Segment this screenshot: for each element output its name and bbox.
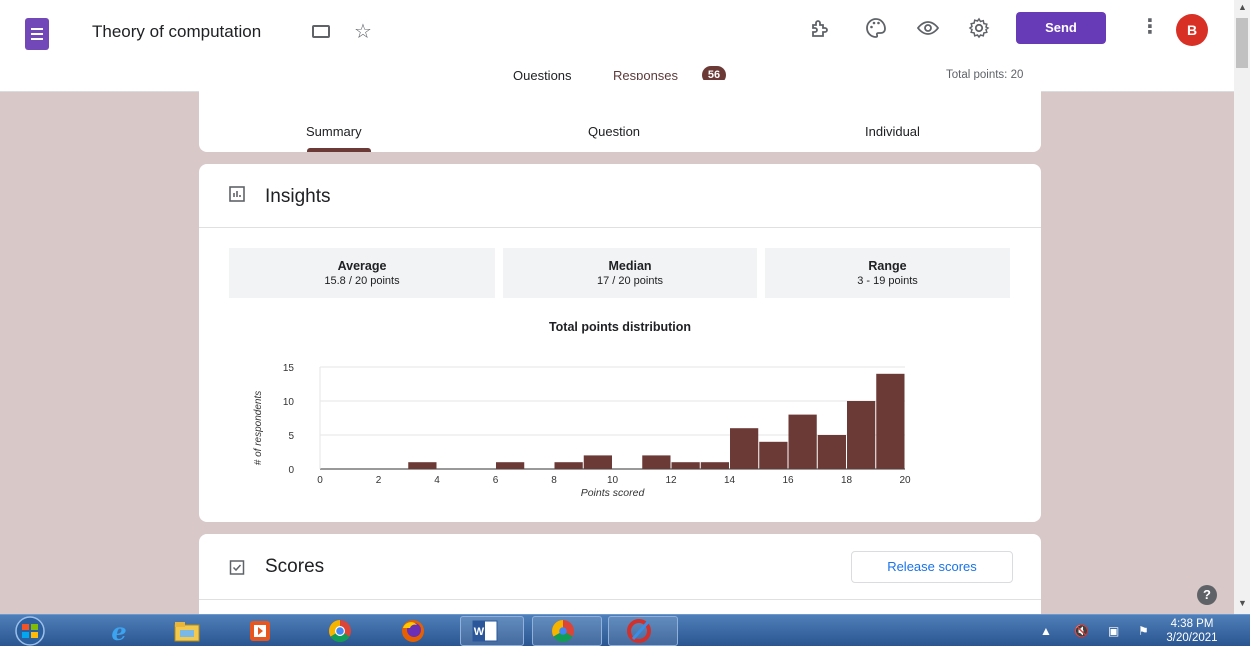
chart-title: Total points distribution [548,320,692,334]
addon-puzzle-icon[interactable] [808,16,832,40]
palette-icon[interactable] [864,16,888,40]
divider [199,227,1041,228]
avatar[interactable]: B [1176,14,1208,46]
taskbar-clock[interactable]: 4:38 PM 3/20/2021 [1160,617,1224,645]
internet-explorer-icon[interactable]: e [104,619,134,643]
ccleaner-icon[interactable] [624,619,654,643]
summary-tab-indicator [307,148,371,152]
firefox-icon[interactable] [398,619,428,643]
x-tick-label: 6 [493,475,499,486]
histogram-bar [788,414,817,469]
scores-title: Scores [265,556,325,577]
y-tick-label: 10 [283,397,295,408]
stat-label: Range [868,259,907,273]
insights-chart-icon [229,186,245,202]
stat-label: Average [337,259,387,273]
help-icon[interactable]: ? [1197,585,1217,605]
tray-expand-icon[interactable]: ▲ [1040,624,1052,638]
x-tick-label: 0 [317,475,323,486]
action-center-flag-icon[interactable]: ⚑ [1138,624,1149,638]
tab-individual[interactable]: Individual [865,124,920,139]
x-tick-label: 4 [434,475,440,486]
star-icon[interactable]: ☆ [354,19,372,44]
word-icon[interactable]: W [470,619,500,643]
folder-icon[interactable] [312,25,330,38]
divider [199,599,1041,600]
stat-value: 17 / 20 points [596,275,664,287]
stat-median: Median 17 / 20 points [503,248,757,298]
more-vert-icon[interactable]: ⋮ [1140,14,1160,39]
clock-time: 4:38 PM [1170,618,1214,630]
clock-date: 3/20/2021 [1166,632,1218,644]
release-scores-button[interactable]: Release scores [851,551,1013,583]
svg-text:e: e [111,619,126,643]
histogram-bar [671,462,700,469]
file-explorer-icon[interactable] [172,619,202,643]
windows-start-icon[interactable] [6,616,58,646]
points-distribution-chart: 0 5 10 15 0 2 4 6 8 10 12 14 16 18 20 Points scored # of… [253,363,911,499]
scores-clipboard-icon [229,560,245,575]
x-tick-label: 20 [899,475,911,486]
histogram-bar [554,462,583,469]
histogram-bar [730,428,759,469]
histogram-bar [876,373,905,469]
insights-card: Insights Average 15.8 / 20 points Median… [199,164,1041,522]
x-tick-label: 14 [724,475,736,486]
volume-muted-icon[interactable]: 🔇 [1074,624,1089,638]
media-player-icon[interactable] [246,619,276,643]
x-tick-label: 2 [376,475,382,486]
stat-value: 15.8 / 20 points [324,275,400,287]
page-scrollbar[interactable]: ▲ ▼ [1234,0,1250,614]
y-tick-label: 5 [288,431,294,442]
stat-label: Median [608,259,652,273]
send-button[interactable]: Send [1016,12,1106,44]
y-axis-label: # of respondents [253,391,264,466]
chrome-icon[interactable] [325,619,355,643]
histogram-bar [759,441,788,469]
scroll-down-icon[interactable]: ▼ [1238,598,1247,608]
tab-summary[interactable]: Summary [306,124,362,139]
document-title[interactable]: Theory of computation [92,22,261,42]
histogram-bar [700,462,729,469]
histogram-bar [847,401,876,469]
tab-question[interactable]: Question [588,124,640,139]
network-icon[interactable]: ▣ [1108,624,1119,638]
app-header: Theory of computation ☆ Send ⋮ B Questio… [0,0,1234,92]
scroll-thumb[interactable] [1236,18,1248,68]
x-tick-label: 8 [551,475,557,486]
svg-text:W: W [474,626,485,638]
settings-gear-icon[interactable] [967,16,991,40]
insights-title: Insights [265,186,331,207]
scroll-up-icon[interactable]: ▲ [1238,2,1247,12]
x-axis-label: Points scored [581,487,646,499]
forms-logo-icon[interactable] [25,18,49,50]
windows-taskbar: e W ▲ 🔇 ▣ ⚑ 4:38 PM 3/20/2021 [0,614,1250,646]
histogram-bar [583,455,612,469]
stat-range: Range 3 - 19 points [765,248,1010,298]
x-tick-label: 16 [782,475,794,486]
x-tick-label: 12 [665,475,677,486]
preview-eye-icon[interactable] [916,16,940,40]
stat-value: 3 - 19 points [857,275,918,287]
histogram-bar [817,435,846,469]
y-tick-label: 0 [288,465,294,476]
y-tick-label: 15 [283,363,295,374]
histogram-bar [408,462,437,469]
x-tick-label: 18 [841,475,853,486]
histogram-bar [496,462,525,469]
stat-average: Average 15.8 / 20 points [229,248,495,298]
x-tick-label: 10 [607,475,619,486]
histogram-bar [642,455,671,469]
summary-tabs-card: Summary Question Individual [199,80,1041,152]
scores-card: Scores Release scores [199,534,1041,614]
chrome-window-icon[interactable] [548,619,578,643]
